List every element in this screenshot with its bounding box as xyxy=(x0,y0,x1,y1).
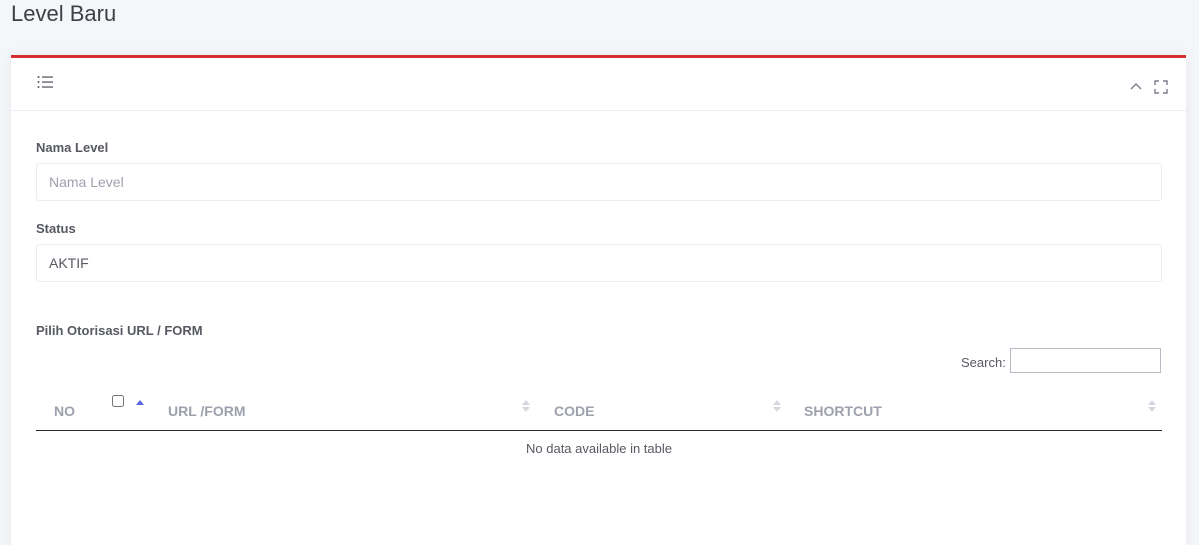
collapse-chevron-icon[interactable] xyxy=(1129,80,1143,94)
table-empty-message: No data available in table xyxy=(526,441,672,456)
list-icon xyxy=(37,76,53,88)
form-portlet: Nama Level Status AKTIF Pilih Otorisasi … xyxy=(11,55,1186,545)
nama-level-input[interactable] xyxy=(36,163,1162,201)
column-header-code[interactable]: CODE xyxy=(554,403,594,419)
column-header-url-form[interactable]: URL /FORM xyxy=(168,403,246,419)
sort-both-icon[interactable] xyxy=(522,398,530,414)
status-select[interactable]: AKTIF xyxy=(36,244,1162,282)
select-all-checkbox[interactable] xyxy=(112,395,124,407)
status-selected-value: AKTIF xyxy=(49,255,89,271)
portlet-head xyxy=(11,58,1186,111)
table-search-label: Search: xyxy=(961,355,1006,370)
column-header-no[interactable]: NO xyxy=(54,403,75,419)
otorisasi-label: Pilih Otorisasi URL / FORM xyxy=(36,323,203,338)
status-label: Status xyxy=(36,221,76,236)
page-title: Level Baru xyxy=(11,1,117,26)
table-search-input[interactable] xyxy=(1010,348,1161,373)
sort-both-icon[interactable] xyxy=(773,398,781,414)
sort-both-icon[interactable] xyxy=(1148,398,1156,414)
table-header-row: NO URL /FORM CODE SHORTCUT xyxy=(36,389,1162,431)
sort-asc-icon[interactable] xyxy=(136,398,144,414)
column-header-shortcut[interactable]: SHORTCUT xyxy=(804,403,882,419)
nama-level-label: Nama Level xyxy=(36,140,109,155)
fullscreen-icon[interactable] xyxy=(1154,80,1168,94)
